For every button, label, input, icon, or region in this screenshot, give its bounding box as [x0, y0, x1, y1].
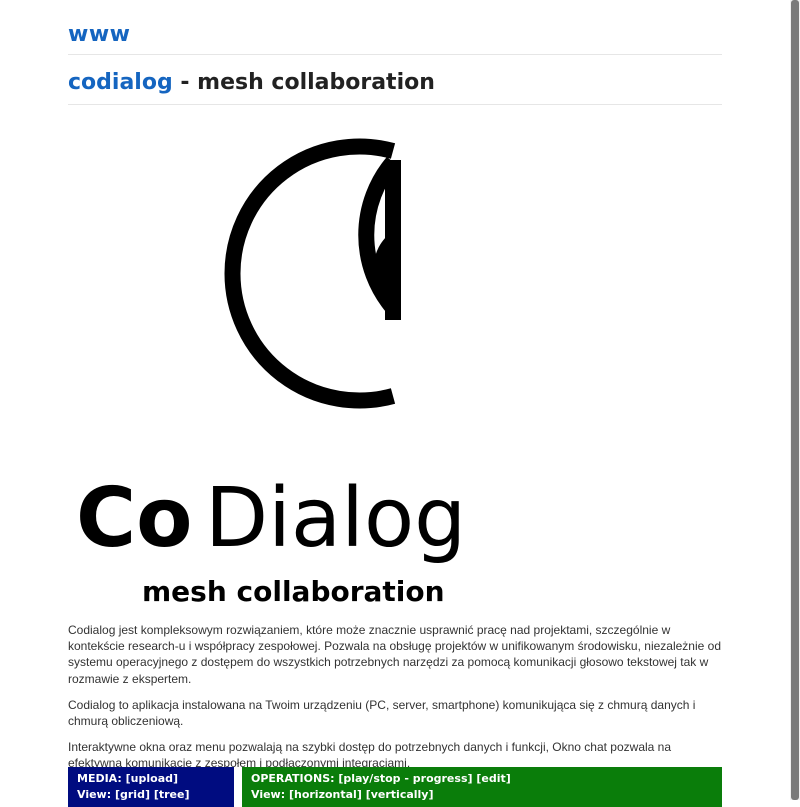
- description-paragraph: Codialog to aplikacja instalowana na Two…: [68, 697, 696, 729]
- grid-view-link[interactable]: [grid]: [115, 788, 150, 801]
- description: Codialog jest kompleksowym rozwiązaniem,…: [68, 622, 722, 782]
- codialog-logo: Co Dialog mesh collaboration: [68, 110, 488, 620]
- media-label: MEDIA:: [77, 772, 122, 785]
- operations-panel: OPERATIONS: [play/stop - progress] [edit…: [242, 767, 722, 807]
- media-row: MEDIA: [upload]: [77, 771, 225, 787]
- page-title: codialog - mesh collaboration: [68, 70, 435, 95]
- operations-label: OPERATIONS:: [251, 772, 335, 785]
- horizontal-view-link[interactable]: [horizontal]: [289, 788, 362, 801]
- wordmark-co: Co: [76, 471, 193, 566]
- vertical-view-link[interactable]: [vertically]: [366, 788, 434, 801]
- edit-link[interactable]: [edit]: [476, 772, 510, 785]
- codialog-logo-graphic: Co Dialog mesh collaboration: [76, 138, 466, 608]
- description-paragraph: Codialog jest kompleksowym rozwiązaniem,…: [68, 623, 721, 686]
- divider: [68, 54, 722, 55]
- divider: [68, 104, 722, 105]
- play-stop-link[interactable]: [play/stop - progress]: [338, 772, 472, 785]
- operations-view-row: View: [horizontal] [vertically]: [251, 787, 713, 803]
- upload-link[interactable]: [upload]: [126, 772, 178, 785]
- view-label: View:: [251, 788, 286, 801]
- site-link[interactable]: www: [68, 22, 130, 47]
- media-panel: MEDIA: [upload] View: [grid] [tree]: [68, 767, 234, 807]
- logo-tagline: mesh collaboration: [142, 575, 445, 608]
- brand-link[interactable]: codialog: [68, 70, 173, 95]
- page-title-rest: - mesh collaboration: [172, 70, 435, 95]
- scrollbar-thumb[interactable]: [791, 0, 799, 800]
- media-view-row: View: [grid] [tree]: [77, 787, 225, 803]
- tree-view-link[interactable]: [tree]: [154, 788, 190, 801]
- scrollbar[interactable]: [790, 0, 800, 800]
- operations-row: OPERATIONS: [play/stop - progress] [edit…: [251, 771, 713, 787]
- view-label: View:: [77, 788, 112, 801]
- wordmark-dialog: Dialog: [205, 471, 466, 566]
